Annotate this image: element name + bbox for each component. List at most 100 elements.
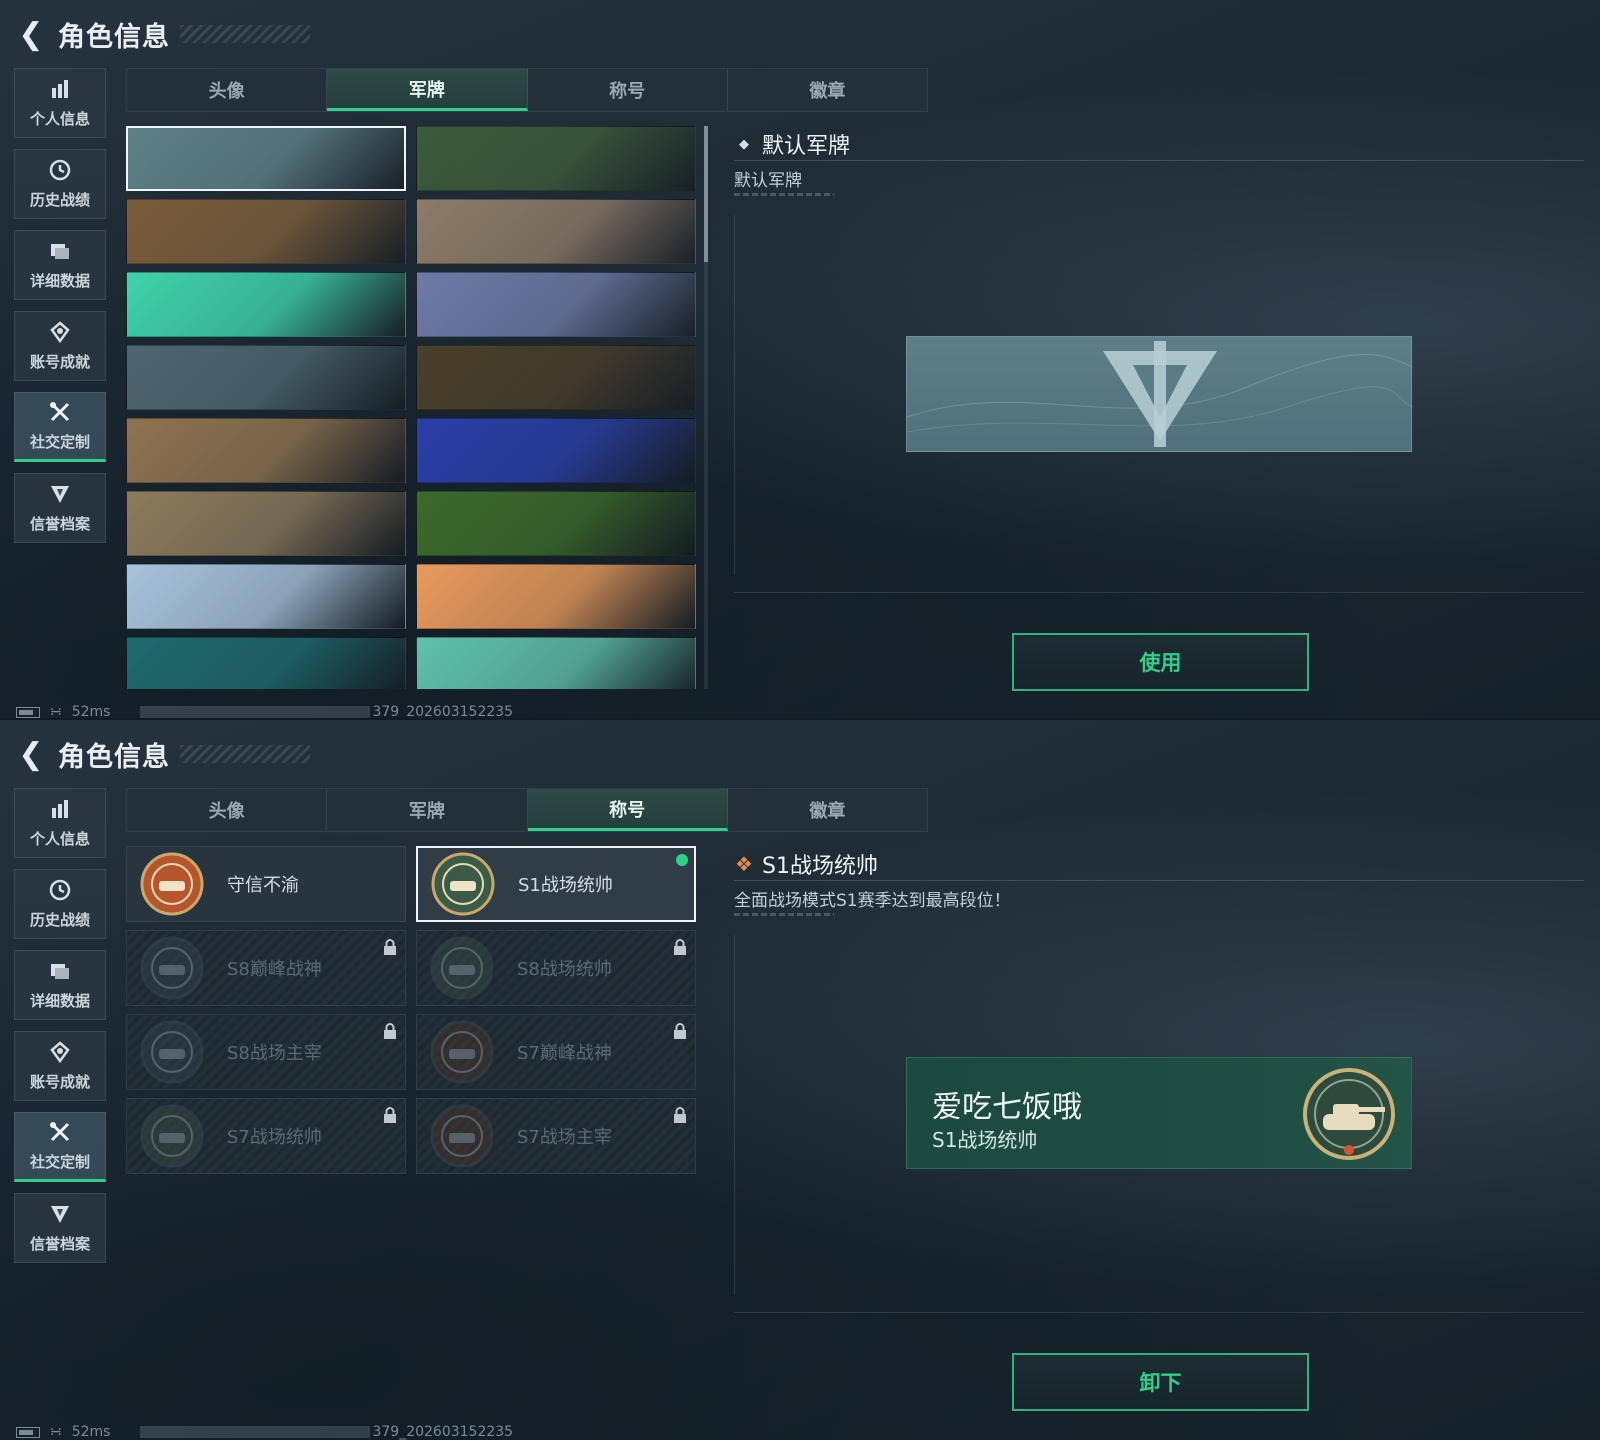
sidebar-item-credit[interactable]: 信誉档案 xyxy=(14,1193,106,1263)
folder-icon xyxy=(49,240,71,266)
tab-badge[interactable]: 徽章 xyxy=(728,69,927,111)
detail-description: 全面战场模式S1赛季达到最高段位！ xyxy=(734,891,1011,911)
title-item[interactable]: S7战场统帅 xyxy=(126,1098,406,1174)
back-icon[interactable]: ❮ xyxy=(16,737,46,772)
title-decoration xyxy=(180,745,310,763)
tab-avatar[interactable]: 头像 xyxy=(127,789,328,831)
sidebar-item-achievements[interactable]: 账号成就 xyxy=(14,311,106,381)
dogtag-card-helicopter-sunset[interactable] xyxy=(126,199,406,264)
ping-value: 52ms xyxy=(71,1424,111,1440)
sidebar-item-label: 账号成就 xyxy=(29,1072,90,1091)
shield-icon xyxy=(49,1203,71,1229)
sidebar: 个人信息 历史战绩 详细数据 账号成就 社交定制 信誉档案 xyxy=(14,68,106,554)
sidebar-item-details[interactable]: 详细数据 xyxy=(14,950,106,1020)
detail-title: ❖ S1战场统帅 xyxy=(734,848,878,880)
hud-line xyxy=(734,592,1584,593)
uid-mask xyxy=(140,1426,371,1438)
dogtag-card-desert-tank[interactable] xyxy=(416,199,696,264)
tab-title[interactable]: 称号 xyxy=(528,69,728,111)
sidebar-item-profile[interactable]: 个人信息 xyxy=(14,788,106,858)
title-item[interactable]: S8战场统帅 xyxy=(416,930,696,1006)
player-name: 爱吃七饭哦 xyxy=(932,1090,1082,1125)
equipped-indicator xyxy=(676,854,688,866)
tab-dogtag[interactable]: 军牌 xyxy=(327,69,528,111)
title-plate-preview: 爱吃七饭哦 S1战场统帅 xyxy=(906,1057,1412,1169)
unequip-button[interactable]: 卸下 xyxy=(1012,1353,1309,1411)
tab-title[interactable]: 称号 xyxy=(527,789,728,831)
tab-bar: 头像 军牌 称号 徽章 xyxy=(126,68,928,112)
lock-icon xyxy=(674,1023,686,1039)
page-title: 角色信息 xyxy=(58,741,170,773)
dogtag-card-night-vision-squad[interactable] xyxy=(416,491,696,556)
dogtag-card-green-graffiti[interactable] xyxy=(126,272,406,337)
tools-icon xyxy=(49,401,71,427)
title-item[interactable]: 守信不渝 xyxy=(126,846,406,922)
back-icon[interactable]: ❮ xyxy=(16,17,46,52)
sidebar-item-history[interactable]: 历史战绩 xyxy=(14,869,106,939)
dogtag-card-headphones-anime[interactable] xyxy=(416,637,696,689)
sidebar-item-social[interactable]: 社交定制 xyxy=(14,392,106,462)
scrollbar-thumb[interactable] xyxy=(704,126,708,262)
detail-description: 默认军牌 xyxy=(734,171,802,191)
sidebar-item-label: 社交定制 xyxy=(29,432,90,451)
dogtag-card-rocket-soldier[interactable] xyxy=(126,564,406,629)
title-label: S1战场统帅 xyxy=(518,875,613,896)
title-item[interactable]: S1战场统帅 xyxy=(416,846,696,922)
bar-chart-icon xyxy=(49,798,71,824)
header: ❮ 角色信息 xyxy=(16,734,310,774)
clock-icon xyxy=(49,159,71,185)
lock-icon xyxy=(384,939,396,955)
page-title: 角色信息 xyxy=(58,21,170,53)
shield-icon xyxy=(49,483,71,509)
title-diamond-icon: ❖ xyxy=(735,852,753,876)
sidebar-item-label: 历史战绩 xyxy=(29,190,90,209)
sidebar-item-achievements[interactable]: 账号成就 xyxy=(14,1031,106,1101)
sidebar-item-label: 社交定制 xyxy=(29,1152,90,1171)
decoration xyxy=(734,913,834,916)
folder-icon xyxy=(49,960,71,986)
plate-title: S1战场统帅 xyxy=(932,1128,1038,1152)
sidebar-item-credit[interactable]: 信誉档案 xyxy=(14,473,106,543)
sidebar-item-label: 信誉档案 xyxy=(29,1234,90,1253)
sidebar-item-details[interactable]: 详细数据 xyxy=(14,230,106,300)
title-item[interactable]: S8巅峰战神 xyxy=(126,930,406,1006)
dogtag-card-default-logo[interactable] xyxy=(126,126,406,191)
sidebar-item-profile[interactable]: 个人信息 xyxy=(14,68,106,138)
dogtag-card-plane-field[interactable] xyxy=(126,418,406,483)
dogtag-card-weapons-table[interactable] xyxy=(416,345,696,410)
dogtag-card-paratroopers[interactable] xyxy=(416,272,696,337)
battery-icon xyxy=(16,1426,40,1438)
tab-avatar[interactable]: 头像 xyxy=(127,69,328,111)
detail-name: 默认军牌 xyxy=(762,134,851,159)
sidebar-item-label: 历史战绩 xyxy=(29,910,90,929)
sidebar-item-label: 信誉档案 xyxy=(29,514,90,533)
trophy-icon xyxy=(49,1040,71,1067)
title-item[interactable]: S7战场主宰 xyxy=(416,1098,696,1174)
title-label: S7战场统帅 xyxy=(227,1127,322,1148)
uid-value: 379_202603152235 xyxy=(372,1424,514,1440)
stripes-emblem-icon xyxy=(140,936,204,1000)
dogtag-card-sniper-ruins[interactable] xyxy=(126,491,406,556)
screen-dogtag: ❮ 角色信息 个人信息 历史战绩 详细数据 账号成就 社交定制 信誉档案 头像 … xyxy=(0,0,1600,720)
dogtag-card-blue-orange-face[interactable] xyxy=(416,418,696,483)
dogtag-card-teal-soldier[interactable] xyxy=(126,637,406,689)
sidebar-item-history[interactable]: 历史战绩 xyxy=(14,149,106,219)
dogtag-card-soldier-camo[interactable] xyxy=(416,126,696,191)
title-label: S8战场主宰 xyxy=(227,1043,322,1064)
tab-dogtag[interactable]: 军牌 xyxy=(327,789,528,831)
title-item[interactable]: S7巅峰战神 xyxy=(416,1014,696,1090)
sidebar-item-social[interactable]: 社交定制 xyxy=(14,1112,106,1182)
soldier-emblem-icon xyxy=(430,1104,494,1168)
sidebar: 个人信息 历史战绩 详细数据 账号成就 社交定制 信誉档案 xyxy=(14,788,106,1274)
tank-emblem-icon xyxy=(140,1104,204,1168)
diamond-icon: ◆ xyxy=(739,136,749,152)
dogtag-card-orange-blue-art[interactable] xyxy=(416,564,696,629)
tab-badge[interactable]: 徽章 xyxy=(728,789,927,831)
detail-name: S1战场统帅 xyxy=(762,854,878,879)
hud-line xyxy=(734,1312,1584,1313)
decoration xyxy=(734,193,834,196)
dogtag-card-helicopter-storm[interactable] xyxy=(126,345,406,410)
title-item[interactable]: S8战场主宰 xyxy=(126,1014,406,1090)
use-button[interactable]: 使用 xyxy=(1012,633,1309,691)
tab-bar: 头像 军牌 称号 徽章 xyxy=(126,788,928,832)
